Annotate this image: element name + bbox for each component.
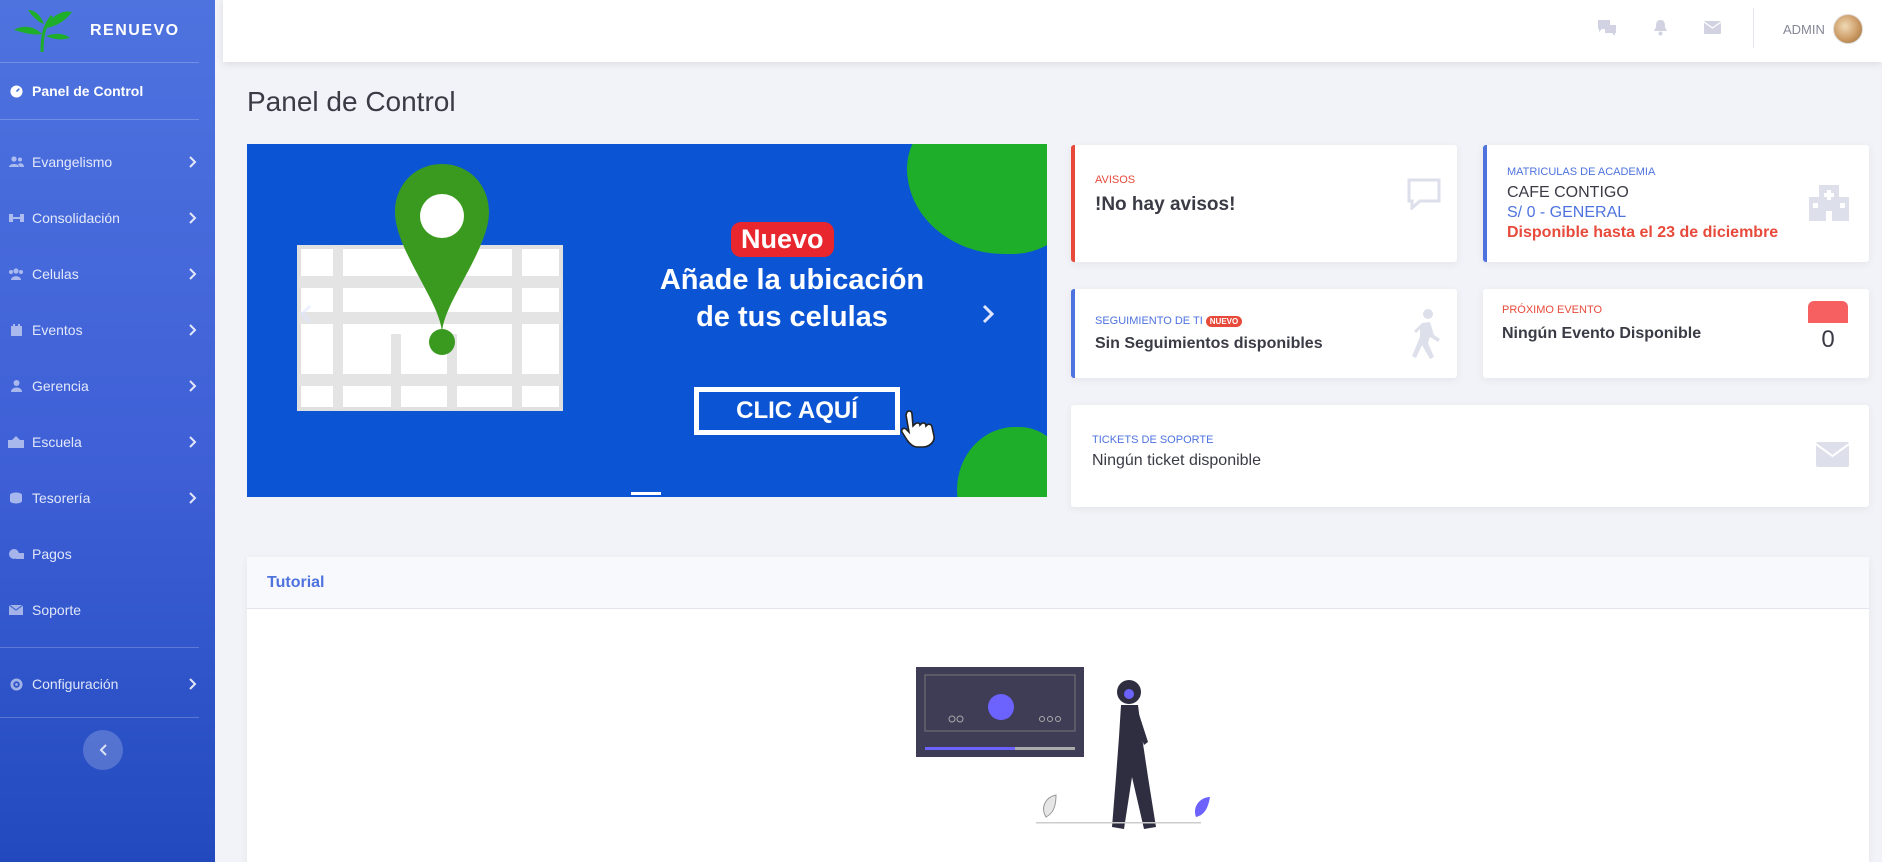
carousel-headline: Añade la ubicación de tus celulas	[659, 264, 925, 333]
video-tutorial-illustration	[916, 667, 1210, 829]
user-name: ADMIN	[1783, 21, 1825, 37]
dashboard-icon	[8, 83, 24, 99]
hand-pointer-icon	[901, 410, 935, 448]
green-blob	[957, 427, 1047, 497]
sidebar-item-gerencia[interactable]: Gerencia	[0, 358, 215, 414]
sidebar-divider	[0, 717, 199, 718]
calendar-count: 0	[1808, 301, 1848, 363]
envelope-icon[interactable]	[1701, 16, 1723, 38]
walking-person-icon	[1412, 309, 1440, 359]
sidebar-item-configuracion[interactable]: Configuración	[0, 664, 215, 704]
avisos-card: AVISOS !No hay avisos!	[1071, 145, 1457, 262]
tickets-card: TICKETS DE SOPORTE Ningún ticket disponi…	[1071, 405, 1869, 507]
envelope-icon	[8, 602, 24, 618]
page-title: Panel de Control	[247, 86, 456, 117]
seguimiento-label: SEGUIMIENTO DE TI NUEVO	[1095, 315, 1243, 327]
brand-name: RENUEVO	[90, 22, 180, 39]
sidebar-item-escuela[interactable]: Escuela	[0, 414, 215, 470]
tickets-label: TICKETS DE SOPORTE	[1092, 434, 1214, 446]
comment-icon	[1407, 178, 1441, 210]
evento-label: PRÓXIMO EVENTO	[1502, 304, 1603, 316]
topbar: ADMIN	[223, 0, 1882, 62]
sidebar-item-label: Soporte	[32, 602, 82, 618]
chat-icon[interactable]	[1596, 16, 1618, 38]
sidebar-item-consolidacion[interactable]: Consolidación	[0, 190, 215, 246]
proximo-evento-card: PRÓXIMO EVENTO Ningún Evento Disponible …	[1483, 289, 1869, 378]
seguimiento-value: Sin Seguimientos disponibles	[1095, 335, 1323, 352]
sidebar-item-label: Tesorería	[32, 490, 91, 506]
course-price: S/ 0 - GENERAL	[1507, 204, 1627, 221]
hospital-building-icon	[1809, 185, 1849, 221]
chevron-right-icon	[189, 156, 197, 168]
chevron-right-icon	[189, 212, 197, 224]
new-badge: Nuevo	[731, 222, 834, 257]
sidebar-item-soporte[interactable]: Soporte	[0, 582, 215, 638]
matriculas-label: MATRICULAS DE ACADEMIA	[1507, 166, 1656, 178]
chevron-right-icon	[189, 324, 197, 336]
green-blob	[907, 144, 1047, 254]
tutorial-header: Tutorial	[247, 557, 1869, 609]
nuevo-tag: NUEVO	[1205, 315, 1243, 327]
payment-icon	[8, 546, 24, 562]
tutorial-title: Tutorial	[267, 573, 325, 591]
sidebar-collapse-button[interactable]	[83, 730, 123, 770]
course-availability: Disponible hasta el 23 de diciembre	[1507, 224, 1779, 241]
calendar-header	[1808, 301, 1848, 323]
carousel-indicator[interactable]	[631, 492, 661, 495]
matriculas-card: MATRICULAS DE ACADEMIA CAFE CONTIGO S/ 0…	[1483, 145, 1869, 262]
sidebar-item-label: Eventos	[32, 322, 83, 338]
clic-aqui-button[interactable]: CLIC AQUÍ	[694, 387, 900, 435]
evento-value: Ningún Evento Disponible	[1502, 325, 1702, 342]
leaf-logo-icon	[14, 10, 72, 53]
chevron-right-icon	[189, 268, 197, 280]
avisos-label: AVISOS	[1095, 174, 1136, 186]
group-icon	[8, 266, 24, 282]
sidebar-item-celulas[interactable]: Celulas	[0, 246, 215, 302]
avatar	[1832, 14, 1863, 44]
user-icon	[8, 378, 24, 394]
gear-icon	[8, 676, 24, 692]
avisos-value: !No hay avisos!	[1095, 194, 1236, 215]
sidebar-item-label: Consolidación	[32, 210, 120, 226]
map-pin-illustration	[297, 164, 563, 411]
sidebar: RENUEVO Panel de Control Evangelismo Con…	[0, 0, 215, 862]
link-icon	[8, 210, 24, 226]
tickets-value: Ningún ticket disponible	[1092, 452, 1261, 469]
sidebar-item-label: Celulas	[32, 266, 79, 282]
chevron-right-icon	[189, 380, 197, 392]
event-count: 0	[1821, 326, 1835, 353]
seguimiento-card: SEGUIMIENTO DE TI NUEVO Sin Seguimientos …	[1071, 289, 1457, 378]
sidebar-item-pagos[interactable]: Pagos	[0, 526, 215, 582]
promo-carousel[interactable]: Nuevo Añade la ubicación de tus celulas …	[247, 144, 1047, 497]
brand[interactable]: RENUEVO	[0, 0, 215, 62]
sidebar-item-evangelismo[interactable]: Evangelismo	[0, 134, 215, 190]
sidebar-item-label: Gerencia	[32, 378, 89, 394]
envelope-icon	[1816, 442, 1849, 467]
chevron-right-icon	[189, 492, 197, 504]
carousel-prev-icon[interactable]	[300, 304, 312, 324]
course-name: CAFE CONTIGO	[1507, 184, 1629, 201]
users-icon	[8, 154, 24, 170]
sidebar-item-label: Evangelismo	[32, 154, 113, 170]
carousel-next-icon[interactable]	[982, 304, 994, 324]
coins-icon	[8, 490, 24, 506]
sidebar-item-label: Pagos	[32, 546, 72, 562]
chevron-right-icon	[189, 436, 197, 448]
bell-icon[interactable]	[1649, 16, 1671, 38]
sidebar-item-label: Panel de Control	[32, 83, 144, 99]
sidebar-item-panel-de-control[interactable]: Panel de Control	[0, 63, 215, 119]
calendar-icon	[8, 322, 24, 338]
sidebar-item-tesoreria[interactable]: Tesorería	[0, 470, 215, 526]
tutorial-card: Tutorial	[247, 557, 1869, 862]
sidebar-item-label: Escuela	[32, 434, 82, 450]
topbar-divider	[1753, 8, 1754, 48]
sidebar-item-label: Configuración	[32, 676, 119, 692]
user-menu[interactable]: ADMIN	[1783, 14, 1863, 44]
chevron-right-icon	[189, 678, 197, 690]
sidebar-item-eventos[interactable]: Eventos	[0, 302, 215, 358]
chevron-left-icon	[99, 744, 107, 756]
school-icon	[8, 434, 24, 450]
